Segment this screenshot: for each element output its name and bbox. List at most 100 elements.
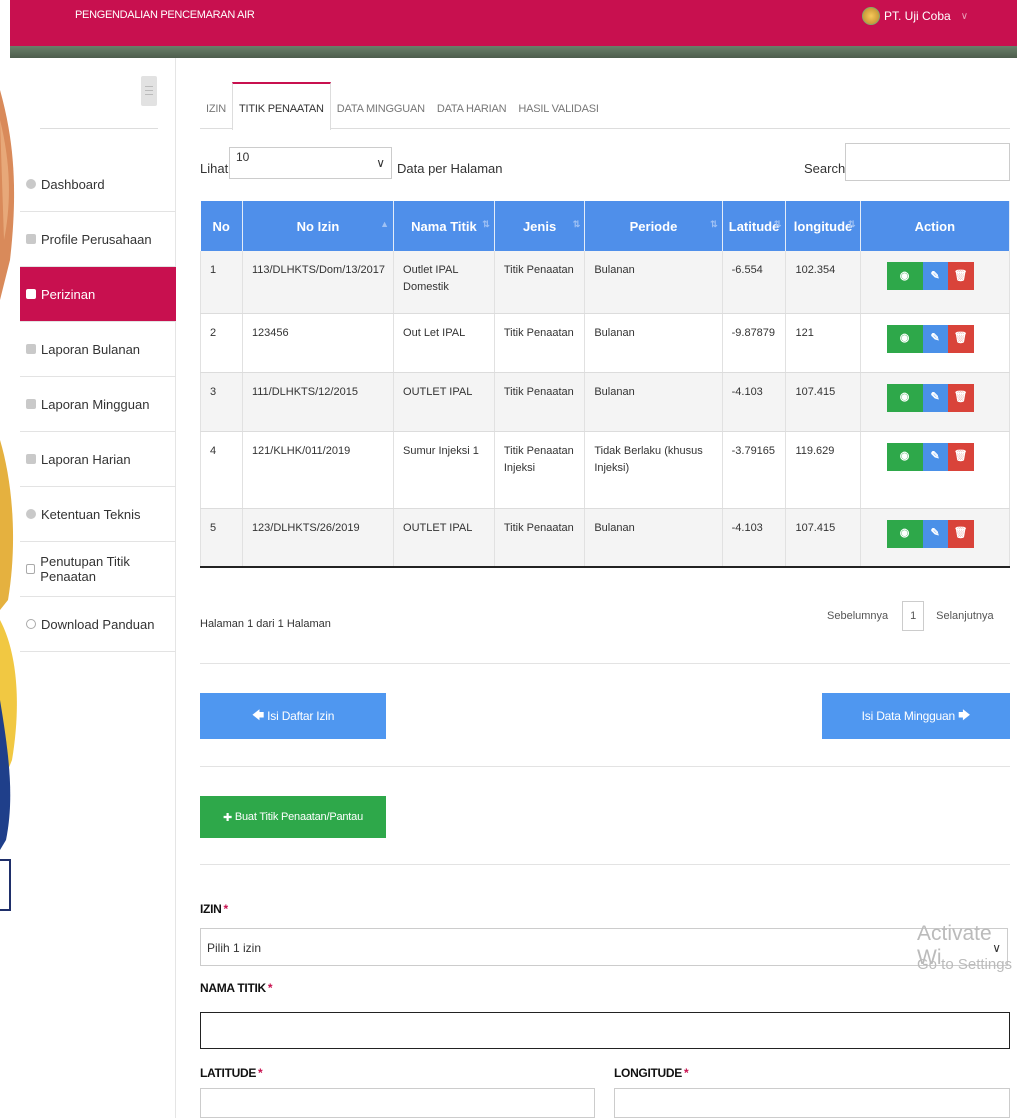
edit-button[interactable]: ✎ <box>922 324 948 353</box>
cell-no: 1 <box>200 251 243 314</box>
pagination-next[interactable]: Selanjutnya <box>936 610 994 622</box>
pagination: Sebelumnya 1 Selanjutnya <box>827 598 994 634</box>
view-button[interactable]: ◉ <box>886 519 923 548</box>
sidebar-item-label: Laporan Mingguan <box>41 396 150 412</box>
cell-longitude: 119.629 <box>785 431 861 509</box>
sidebar-item-perizinan[interactable]: Perizinan <box>20 267 176 322</box>
cell-latitude: -3.79165 <box>722 431 787 509</box>
delete-button[interactable]: 🗑 <box>947 324 974 353</box>
header-strip <box>10 46 1017 58</box>
top-bar: PENGENDALIAN PENCEMARAN AIR PT. Uji Coba… <box>10 0 1017 46</box>
delete-button[interactable]: 🗑 <box>947 262 974 290</box>
delete-button[interactable]: 🗑 <box>947 519 974 548</box>
tab-izin[interactable]: IZIN <box>200 82 232 129</box>
cell-nama-titik: Outlet IPAL Domestik <box>393 251 495 314</box>
table-row: 1 113/DLHKTS/Dom/13/2017 Outlet IPAL Dom… <box>200 251 1011 314</box>
divider <box>200 663 1010 664</box>
sort-icon: ⇅ <box>710 219 718 229</box>
cell-nama-titik: Sumur Injeksi 1 <box>393 431 495 509</box>
edit-button[interactable]: ✎ <box>922 519 948 548</box>
view-button[interactable]: ◉ <box>886 324 923 353</box>
cell-nama-titik: Out Let IPAL <box>393 313 495 373</box>
edit-button[interactable]: ✎ <box>922 442 948 471</box>
delete-button[interactable]: 🗑 <box>947 383 974 412</box>
cell-no: 5 <box>200 508 243 568</box>
cell-jenis: Titik Penaatan <box>494 372 586 432</box>
dashboard-icon <box>26 179 36 189</box>
search-input[interactable] <box>845 143 1010 181</box>
sidebar-item-label: Ketentuan Teknis <box>41 506 141 522</box>
sidebar-item-download-panduan[interactable]: Download Panduan <box>20 597 176 652</box>
latitude-input[interactable] <box>200 1088 595 1118</box>
column-header-longitude[interactable]: longitude ⇅ <box>785 201 861 251</box>
view-button[interactable]: ◉ <box>886 262 923 290</box>
cell-action: ◉ ✎ 🗑 <box>860 508 1011 568</box>
nama-titik-input[interactable] <box>200 1012 1010 1049</box>
sidebar-item-label: Download Panduan <box>41 616 155 632</box>
cell-no: 3 <box>200 372 243 432</box>
column-header-jenis[interactable]: Jenis ⇅ <box>494 201 586 251</box>
tab-titik-penaatan[interactable]: TITIK PENAATAN <box>231 82 331 130</box>
checkbox-icon <box>26 289 36 299</box>
sidebar-item-profile-perusahaan[interactable]: Profile Perusahaan <box>20 212 176 267</box>
sidebar-item-laporan-harian[interactable]: Laporan Harian <box>20 432 176 487</box>
sidebar-item-label: Perizinan <box>41 286 96 302</box>
pagination-page[interactable]: 1 <box>902 601 925 631</box>
sidebar-item-label: Laporan Harian <box>41 451 131 467</box>
sort-icon: ⇅ <box>773 219 782 229</box>
tab-data-harian[interactable]: DATA HARIAN <box>431 82 513 129</box>
sidebar: Dashboard Profile Perusahaan Perizinan L… <box>20 58 176 1118</box>
sidebar-item-dashboard[interactable]: Dashboard <box>20 157 176 212</box>
user-menu[interactable]: PT. Uji Coba ∨ <box>862 7 968 25</box>
search-label: Search: <box>804 161 849 176</box>
isi-daftar-izin-button[interactable]: 🡄 Isi Daftar Izin <box>200 693 386 739</box>
sort-icon: ⇅ <box>572 219 581 229</box>
cell-longitude: 121 <box>785 313 861 373</box>
buat-titik-penaatan-button[interactable]: ✚ Buat Titik Penaatan/Pantau <box>200 796 386 838</box>
sort-icon: ▲ <box>380 219 390 229</box>
cell-nama-titik: OUTLET IPAL <box>393 372 495 432</box>
cell-periode: Bulanan <box>584 372 723 432</box>
company-logo-icon <box>862 7 880 25</box>
page-size-value: 10 <box>236 150 250 164</box>
izin-select[interactable]: Pilih 1 izin ∨ <box>200 928 1008 966</box>
sidebar-item-label: Penutupan Titik Penaatan <box>40 554 130 584</box>
sort-icon: ⇅ <box>848 219 856 229</box>
pagination-prev[interactable]: Sebelumnya <box>827 610 888 622</box>
tab-data-mingguan[interactable]: DATA MINGGUAN <box>331 82 431 129</box>
page-size-label: Lihat <box>200 161 229 176</box>
table-header-row: No No Izin ▲ Nama Titik ⇅ Jenis ⇅ Periode ⇅ … <box>200 201 1011 251</box>
menu-toggle-button[interactable] <box>141 76 157 106</box>
isi-data-mingguan-button[interactable]: Isi Data Mingguan 🡆 <box>822 693 1010 739</box>
building-icon <box>26 234 36 244</box>
delete-button[interactable]: 🗑 <box>947 442 974 471</box>
edit-button[interactable]: ✎ <box>922 383 948 412</box>
tab-hasil-validasi[interactable]: HASIL VALIDASI <box>512 82 604 129</box>
sidebar-item-laporan-bulanan[interactable]: Laporan Bulanan <box>20 322 176 377</box>
activation-watermark-sub: Go to Settings <box>917 956 1013 973</box>
cell-action: ◉ ✎ 🗑 <box>860 313 1011 373</box>
column-header-no-izin[interactable]: No Izin ▲ <box>242 201 395 251</box>
page-size-select[interactable]: 10 ∨ <box>229 147 392 179</box>
gears-icon <box>26 509 36 519</box>
column-header-no: No <box>200 201 243 251</box>
view-button[interactable]: ◉ <box>886 383 923 412</box>
book-icon <box>26 344 36 354</box>
book-icon <box>26 399 36 409</box>
cell-latitude: -9.87879 <box>722 313 787 373</box>
sidebar-item-ketentuan-teknis[interactable]: Ketentuan Teknis <box>20 487 176 542</box>
plus-icon: ✚ <box>223 811 235 824</box>
column-header-periode[interactable]: Periode ⇅ <box>584 201 723 251</box>
table-controls: Lihat 10 ∨ Data per Halaman Search: <box>200 143 1010 183</box>
edit-button[interactable]: ✎ <box>922 262 948 290</box>
cell-no: 4 <box>200 431 243 509</box>
longitude-input[interactable] <box>614 1088 1010 1118</box>
cell-periode: Tidak Berlaku (khusus Injeksi) <box>584 431 723 509</box>
cell-action: ◉ ✎ 🗑 <box>860 251 1011 314</box>
column-header-nama-titik[interactable]: Nama Titik ⇅ <box>393 201 495 251</box>
column-header-latitude[interactable]: Latitude ⇅ <box>722 201 787 251</box>
sidebar-item-laporan-mingguan[interactable]: Laporan Mingguan <box>20 377 176 432</box>
sidebar-item-penutupan-titik-penaatan[interactable]: Penutupan Titik Penaatan <box>20 542 176 597</box>
cell-latitude: -4.103 <box>722 508 787 568</box>
view-button[interactable]: ◉ <box>886 442 923 471</box>
